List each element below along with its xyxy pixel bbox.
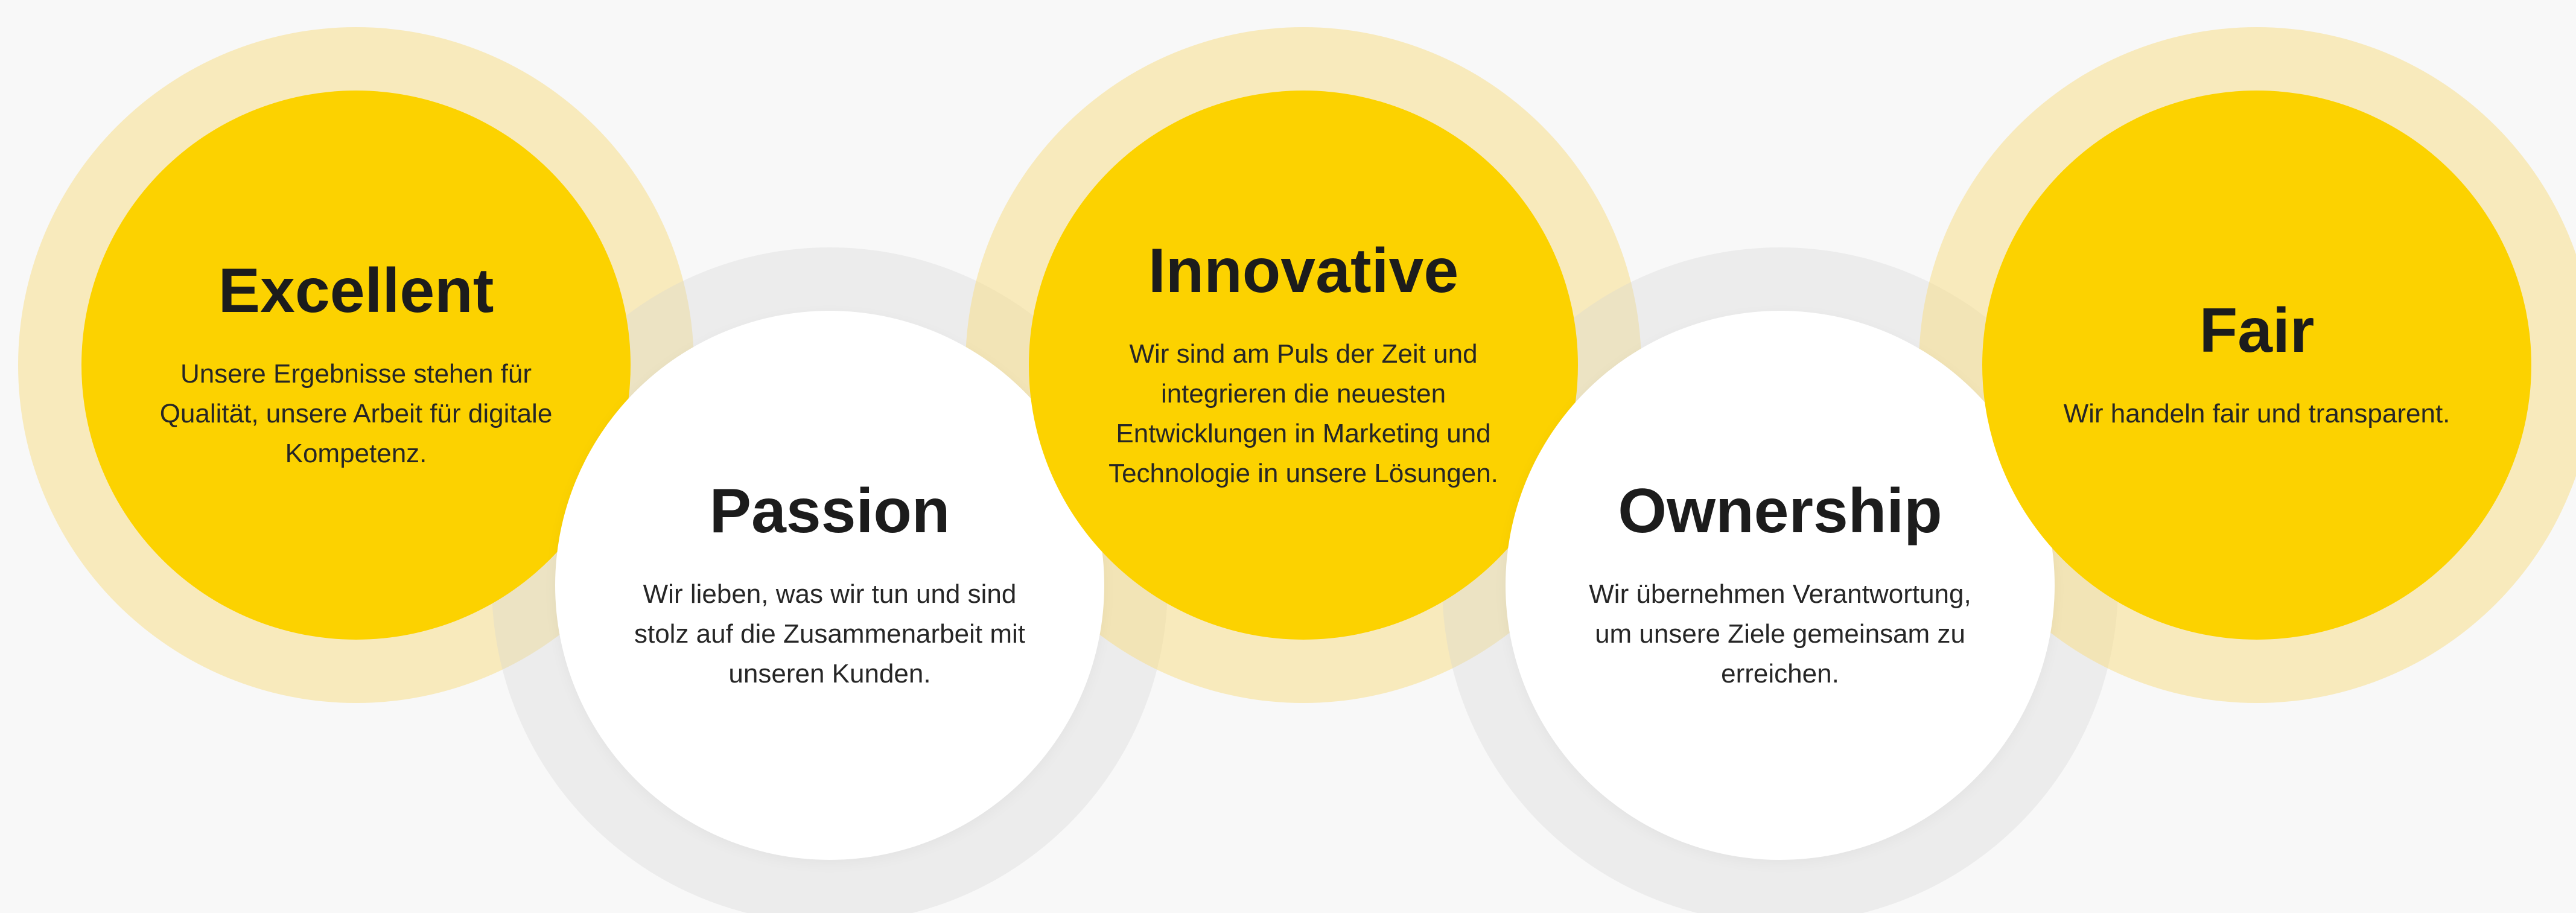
value-description-passion: Wir lieben, was wir tun und sind stolz a…	[634, 579, 1026, 689]
value-description-ownership: Wir übernehmen Verantwortung, um unsere …	[1589, 579, 1971, 689]
value-title-excellent: Excellent	[218, 255, 494, 326]
value-title-fair: Fair	[2199, 295, 2315, 366]
value-card-excellent: Excellent Unsere Ergebnisse stehen für Q…	[81, 91, 631, 640]
value-description-fair: Wir handeln fair und transparent.	[2063, 399, 2450, 429]
value-card-fair: Fair Wir handeln fair und transparent.	[1982, 91, 2531, 640]
value-title-innovative: Innovative	[1148, 235, 1459, 306]
value-card-passion: Passion Wir lieben, was wir tun und sind…	[555, 311, 1104, 860]
value-title-passion: Passion	[709, 476, 950, 546]
value-description-innovative: Wir sind am Puls der Zeit und integriere…	[1108, 339, 1498, 489]
value-title-ownership: Ownership	[1618, 476, 1942, 546]
value-card-ownership: Ownership Wir übernehmen Verantwortung, …	[1506, 311, 2055, 860]
value-description-excellent: Unsere Ergebnisse stehen für Qualität, u…	[159, 359, 553, 469]
values-section: Excellent Unsere Ergebnisse stehen für Q…	[0, 0, 2576, 913]
value-card-innovative: Innovative Wir sind am Puls der Zeit und…	[1029, 91, 1578, 640]
